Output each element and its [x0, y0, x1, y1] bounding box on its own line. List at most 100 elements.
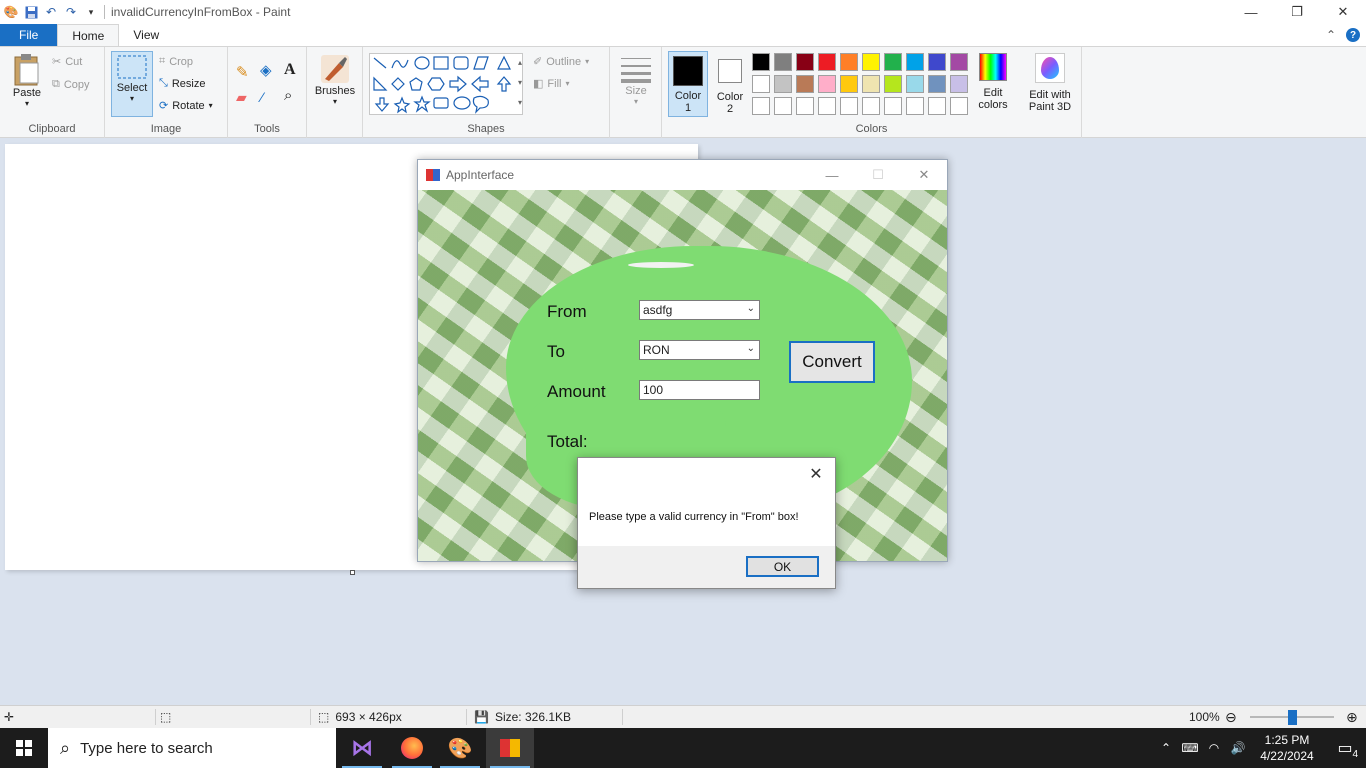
pencil-icon[interactable]: ✎: [236, 63, 249, 81]
palette-swatch[interactable]: [796, 97, 814, 115]
color2-button[interactable]: Color 2: [712, 53, 748, 115]
input-method-icon[interactable]: ⌨: [1178, 741, 1202, 755]
palette-swatch[interactable]: [928, 53, 946, 71]
palette-swatch[interactable]: [950, 97, 968, 115]
fill-button[interactable]: ◧ Fill ▾: [533, 77, 569, 91]
palette-swatch[interactable]: [906, 97, 924, 115]
show-hidden-icons-icon[interactable]: ⌃: [1154, 741, 1178, 755]
save-icon[interactable]: [24, 5, 38, 19]
shapes-scroll[interactable]: ▴ ▾ ▾: [515, 53, 525, 115]
network-icon[interactable]: ◠: [1202, 741, 1226, 755]
customize-qa-icon[interactable]: ▾: [84, 5, 98, 19]
select-button[interactable]: Select ▾: [111, 51, 153, 117]
palette-swatch[interactable]: [950, 75, 968, 93]
taskbar-app-interface[interactable]: [486, 728, 534, 768]
to-label: To: [547, 342, 565, 361]
palette-swatch[interactable]: [884, 97, 902, 115]
edit-colors-button[interactable]: Edit colors: [974, 53, 1012, 111]
palette-swatch[interactable]: [818, 97, 836, 115]
amount-input[interactable]: 100: [639, 380, 760, 400]
title-bar: 🎨 ↶ ↷ ▾ invalidCurrencyInFromBox - Paint…: [0, 0, 1366, 24]
magnifier-icon[interactable]: ⌕: [284, 87, 292, 104]
app-close-button[interactable]: ✕: [901, 160, 947, 190]
edit-with-paint3d-button[interactable]: Edit with Paint 3D: [1022, 53, 1078, 113]
taskbar-paint[interactable]: 🎨: [436, 728, 484, 768]
palette-swatch[interactable]: [818, 53, 836, 71]
volume-icon[interactable]: 🔊: [1226, 741, 1250, 755]
palette-swatch[interactable]: [906, 75, 924, 93]
crop-button[interactable]: ⌗ Crop: [159, 55, 193, 68]
palette-swatch[interactable]: [928, 75, 946, 93]
taskbar-visual-studio[interactable]: ⋈: [338, 728, 386, 768]
rotate-button[interactable]: ⟳ Rotate ▾: [159, 99, 213, 113]
outline-button[interactable]: ✐ Outline ▾: [533, 55, 589, 69]
tab-home[interactable]: Home: [57, 24, 120, 46]
palette-swatch[interactable]: [752, 97, 770, 115]
palette-swatch[interactable]: [884, 75, 902, 93]
tab-view[interactable]: View: [119, 24, 173, 46]
eraser-icon[interactable]: ▰: [236, 89, 247, 106]
zoom-out-button[interactable]: ⊖: [1225, 706, 1237, 728]
palette-swatch[interactable]: [752, 53, 770, 71]
size-dropdown-icon: ▾: [633, 97, 638, 106]
paste-button[interactable]: Paste ▾: [8, 53, 46, 108]
size-button[interactable]: Size ▾: [618, 55, 654, 106]
ok-button[interactable]: OK: [746, 556, 819, 577]
palette-swatch[interactable]: [862, 97, 880, 115]
palette-swatch[interactable]: [840, 75, 858, 93]
palette-swatch[interactable]: [906, 53, 924, 71]
maximize-button[interactable]: ❐: [1274, 0, 1320, 24]
notification-count: 4: [1352, 749, 1358, 760]
color-picker-icon[interactable]: ⁄: [261, 89, 263, 105]
taskbar-search-box[interactable]: ⌕ Type here to search: [48, 728, 336, 768]
palette-swatch[interactable]: [862, 53, 880, 71]
shapes-gallery[interactable]: [369, 53, 523, 115]
palette-swatch[interactable]: [796, 75, 814, 93]
minus-circle-icon: ⊖: [1225, 708, 1237, 725]
from-combobox[interactable]: asdfg ⌄: [639, 300, 760, 320]
palette-swatch[interactable]: [818, 75, 836, 93]
image-group-label: Image: [150, 123, 182, 135]
convert-button[interactable]: Convert: [789, 341, 875, 383]
app-window-icon: [426, 169, 440, 181]
dialog-close-button[interactable]: ✕: [803, 462, 829, 486]
redo-icon[interactable]: ↷: [64, 5, 78, 19]
help-icon[interactable]: ?: [1346, 28, 1360, 42]
palette-swatch[interactable]: [774, 97, 792, 115]
zoom-in-button[interactable]: ⊕: [1346, 706, 1358, 728]
brushes-button[interactable]: Brushes ▾: [313, 53, 357, 106]
canvas-resize-handle[interactable]: [350, 570, 355, 575]
palette-swatch[interactable]: [840, 53, 858, 71]
palette-swatch[interactable]: [774, 75, 792, 93]
palette-swatch[interactable]: [884, 53, 902, 71]
palette-swatch[interactable]: [796, 53, 814, 71]
palette-swatch[interactable]: [752, 75, 770, 93]
resize-button[interactable]: ⤡ Resize: [159, 77, 205, 90]
line-size-icon: [621, 58, 651, 83]
close-button[interactable]: ✕: [1320, 0, 1366, 24]
app-minimize-button[interactable]: —: [809, 160, 855, 190]
collapse-ribbon-icon[interactable]: ⌃: [1326, 28, 1336, 42]
palette-swatch[interactable]: [862, 75, 880, 93]
taskbar-clock[interactable]: 1:25 PM 4/22/2024: [1250, 732, 1324, 764]
to-combobox[interactable]: RON ⌄: [639, 340, 760, 360]
color1-button[interactable]: Color 1: [668, 51, 708, 117]
copy-button[interactable]: ⧉ Copy: [52, 78, 90, 91]
undo-icon[interactable]: ↶: [44, 5, 58, 19]
fill-bucket-icon[interactable]: ◈: [260, 61, 272, 79]
palette-swatch[interactable]: [928, 97, 946, 115]
cut-button[interactable]: ✂ Cut: [52, 55, 82, 69]
notification-icon: ▭: [1337, 740, 1353, 757]
palette-swatch[interactable]: [950, 53, 968, 71]
color1-label: Color: [674, 90, 702, 102]
start-button[interactable]: [0, 728, 48, 768]
palette-swatch[interactable]: [774, 53, 792, 71]
minimize-button[interactable]: —: [1228, 0, 1274, 24]
text-tool-icon[interactable]: A: [284, 61, 296, 79]
zoom-slider-thumb[interactable]: [1288, 710, 1297, 725]
tab-file[interactable]: File: [0, 24, 58, 46]
app-maximize-button[interactable]: ☐: [855, 160, 901, 190]
palette-swatch[interactable]: [840, 97, 858, 115]
taskbar-firefox[interactable]: [388, 728, 436, 768]
notifications-button[interactable]: ▭ 4: [1324, 728, 1366, 768]
